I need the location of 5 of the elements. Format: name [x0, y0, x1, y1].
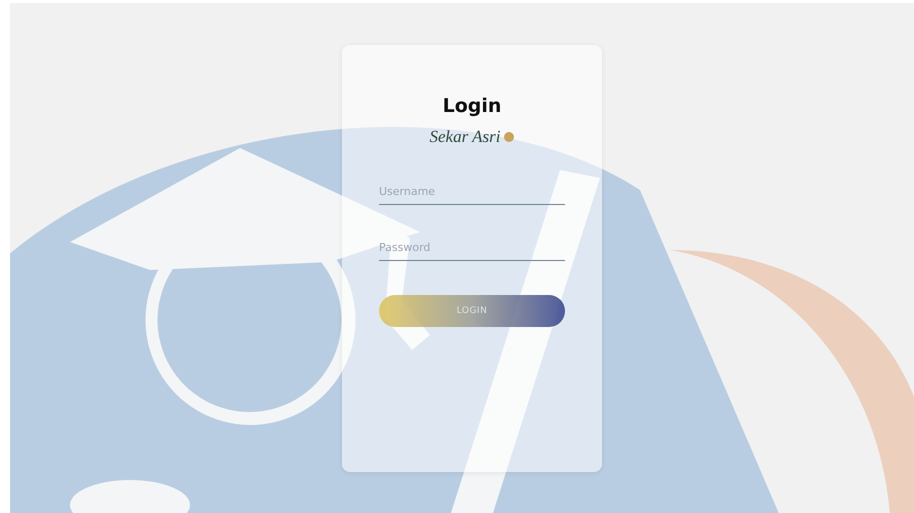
login-title: Login: [442, 95, 502, 117]
login-button[interactable]: LOGIN: [379, 295, 565, 327]
username-field[interactable]: Username: [379, 179, 565, 205]
password-field[interactable]: Password: [379, 235, 565, 261]
logo: Sekar Asri: [426, 125, 518, 149]
